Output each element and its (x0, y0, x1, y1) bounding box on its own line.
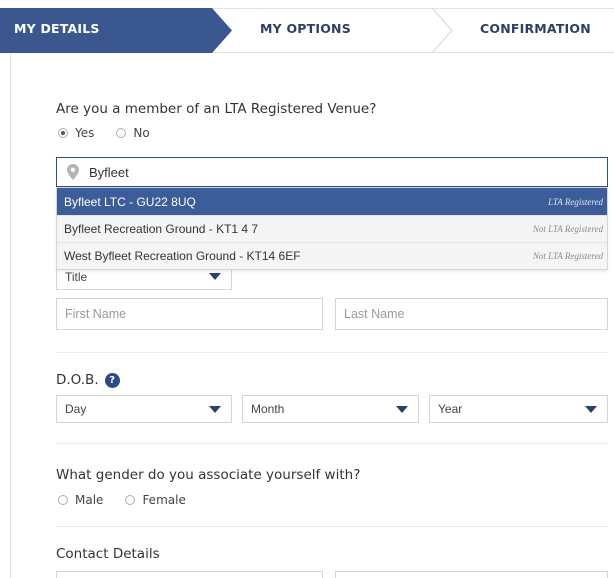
venue-result-name: West Byfleet Recreation Ground - KT14 6E… (64, 249, 301, 263)
venue-search-input[interactable]: Byfleet (56, 157, 608, 187)
venue-result-tag: Not LTA Registered (532, 224, 603, 234)
first-name-field[interactable]: First Name (56, 298, 323, 330)
last-name-placeholder: Last Name (344, 307, 405, 321)
membership-options: Yes No (58, 126, 172, 140)
step-my-details[interactable]: MY DETAILS (14, 21, 100, 36)
day-select-label: Day (65, 402, 87, 416)
venue-result-name: Byfleet LTC - GU22 8UQ (64, 194, 196, 209)
dob-day-select[interactable]: Day (56, 395, 232, 423)
dob-year-select[interactable]: Year (429, 395, 608, 423)
venue-search-value: Byfleet (89, 164, 129, 180)
male-radio[interactable] (58, 495, 68, 505)
female-radio[interactable] (125, 495, 136, 505)
section-divider (56, 443, 608, 444)
first-name-placeholder: First Name (65, 307, 127, 321)
no-radio[interactable] (116, 128, 127, 138)
venue-result-tag: LTA Registered (548, 196, 603, 207)
venue-result[interactable]: West Byfleet Recreation Ground - KT14 6E… (57, 242, 607, 269)
venue-result[interactable]: Byfleet LTC - GU22 8UQ LTA Registered (57, 188, 607, 215)
yes-radio[interactable] (58, 128, 68, 138)
last-name-field[interactable]: Last Name (335, 298, 608, 330)
membership-yes-option[interactable]: Yes (58, 126, 94, 140)
help-icon[interactable]: ? (104, 372, 120, 388)
gender-female-option[interactable]: Female (125, 493, 186, 507)
step-my-options[interactable]: MY OPTIONS (260, 21, 351, 36)
month-select-label: Month (251, 402, 285, 416)
venue-result[interactable]: Byfleet Recreation Ground - KT1 4 7 Not … (57, 215, 607, 242)
section-divider (56, 526, 608, 527)
gender-male-option[interactable]: Male (58, 493, 103, 507)
membership-no-option[interactable]: No (116, 126, 150, 140)
title-select-label: Title (65, 269, 88, 284)
step-confirmation[interactable]: CONFIRMATION (480, 21, 591, 36)
venue-results-dropdown: Byfleet LTC - GU22 8UQ LTA Registered By… (56, 187, 608, 270)
gender-options: Male Female (58, 493, 208, 507)
contact-field-1[interactable] (56, 571, 323, 578)
dob-month-select[interactable]: Month (242, 395, 419, 423)
dob-label: D.O.B. (56, 372, 99, 388)
dob-heading: D.O.B.? (56, 372, 120, 388)
venue-result-name: Byfleet Recreation Ground - KT1 4 7 (64, 222, 259, 236)
membership-question: Are you a member of an LTA Registered Ve… (56, 101, 377, 117)
chevron-down-icon (396, 405, 408, 413)
contact-field-2[interactable] (335, 571, 608, 578)
yes-label: Yes (75, 126, 95, 140)
male-label: Male (75, 493, 104, 507)
no-label: No (133, 126, 150, 140)
female-label: Female (142, 493, 186, 507)
chevron-down-icon (585, 405, 597, 413)
location-pin-icon (67, 164, 79, 180)
gender-question: What gender do you associate yourself wi… (56, 467, 361, 483)
chevron-down-icon (209, 405, 221, 413)
venue-result-tag: Not LTA Registered (532, 251, 603, 261)
contact-heading: Contact Details (56, 546, 160, 562)
year-select-label: Year (438, 402, 463, 416)
checkout-steps: MY DETAILS MY OPTIONS CONFIRMATION (0, 8, 614, 53)
section-divider (56, 352, 608, 353)
chevron-down-icon (209, 273, 221, 280)
